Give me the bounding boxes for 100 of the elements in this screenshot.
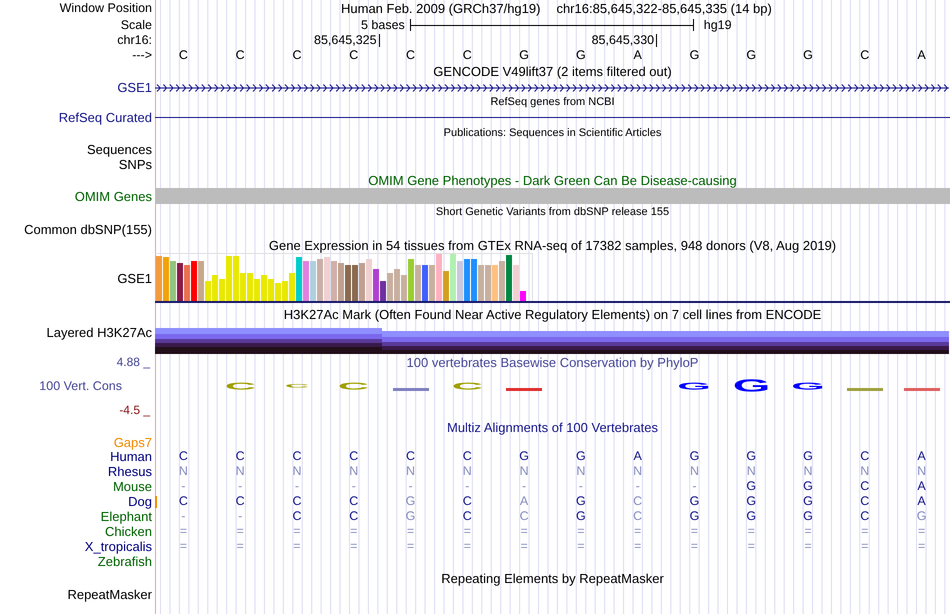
alignment-base: C (462, 450, 473, 463)
track-label[interactable]: 100 Vert. Cons (39, 380, 152, 392)
track-title: Repeating Elements by RepeatMasker (441, 572, 664, 584)
track-label[interactable]: OMIM Genes (74, 190, 152, 202)
alignment-base: C (348, 495, 360, 508)
track-title: Short Genetic Variants from dbSNP release 155 (436, 207, 670, 218)
base-letter: C (291, 49, 302, 62)
alignment-base: C (348, 510, 360, 523)
alignment-base: - (237, 480, 244, 493)
alignment-base: G (802, 480, 814, 493)
track-label[interactable]: Mouse (112, 480, 152, 493)
track-label[interactable]: Zebrafish (98, 555, 152, 568)
base-letter: C (405, 49, 416, 62)
base-letter: A (916, 49, 927, 62)
alignment-base: G (916, 510, 928, 523)
track-label[interactable]: Common dbSNP(155) (24, 222, 152, 236)
alignment-base: N (746, 465, 757, 478)
track-title: Gene Expression in 54 tissues from GTEx RNA-seq of 17382 samples, 948 donors (V8, Aug 2019) (268, 238, 836, 252)
track-title: RefSeq genes from NCBI (490, 97, 615, 108)
alignment-base: N (348, 465, 360, 478)
alignment-base: - (180, 480, 186, 493)
alignment-base: C (178, 450, 189, 463)
track-title: GENCODE V49lift37 (2 items filtered out) (433, 65, 672, 78)
alignment-base: = (406, 525, 416, 538)
alignment-base: - (464, 480, 470, 493)
row-label: 4.88 _ (116, 356, 152, 368)
alignment-base: N (575, 465, 586, 478)
track-label[interactable]: GSE1 (117, 272, 152, 285)
track-title: OMIM Gene Phenotypes - Dark Green Can Be Disease-causing (368, 174, 737, 186)
row-label: -4.5 _ (119, 404, 152, 416)
alignment-base: = (746, 540, 756, 553)
position-range: chr16:85,645,322-85,645,335 (14 bp) (556, 2, 772, 15)
base-letter: C (234, 49, 246, 62)
base-letter: C (859, 49, 870, 62)
track-label[interactable]: Elephant (100, 510, 152, 523)
alignment-base: G (575, 450, 587, 463)
alignment-base: N (802, 465, 814, 478)
base-letter: G (518, 49, 530, 62)
row-label: ---> (132, 49, 152, 62)
alignment-base: C (518, 510, 530, 523)
alignment-base: = (236, 540, 245, 553)
alignment-base: = (916, 540, 926, 553)
alignment-base: N (291, 465, 302, 478)
alignment-base: = (746, 525, 756, 538)
base-letter: A (632, 49, 643, 62)
alignment-base: = (633, 525, 642, 538)
track-label[interactable]: Human (110, 450, 152, 463)
alignment-base: = (406, 540, 416, 553)
alignment-base: C (859, 495, 870, 508)
alignment-base: = (576, 540, 586, 553)
alignment-base: A (916, 495, 927, 508)
base-letter: G (575, 49, 587, 62)
alignment-base: - (407, 480, 414, 493)
alignment-base: A (632, 450, 643, 463)
assembly-name: Human Feb. 2009 (GRCh37/hg19) (341, 2, 540, 15)
alignment-base: G (802, 450, 814, 463)
alignment-base: C (291, 450, 302, 463)
alignment-base: C (291, 510, 302, 523)
track-label[interactable]: GSE1 (117, 81, 152, 94)
alignment-base: C (178, 495, 189, 508)
alignment-base: N (462, 465, 473, 478)
alignment-base: N (178, 465, 189, 478)
alignment-base: C (405, 450, 416, 463)
alignment-base: G (688, 495, 700, 508)
row-label: Scale (120, 18, 152, 32)
track-label[interactable]: RepeatMasker (67, 588, 152, 601)
track-label[interactable]: X_tropicalis (84, 540, 152, 553)
logo-letter: C (224, 381, 256, 391)
alignment-base: N (916, 465, 928, 478)
alignment-base: = (633, 540, 642, 553)
base-letter: C (348, 49, 360, 62)
alignment-base: A (916, 450, 927, 463)
alignment-base: = (690, 525, 700, 538)
alignment-base: C (348, 450, 360, 463)
alignment-base: = (462, 525, 472, 538)
logo-letter: G (732, 377, 770, 395)
alignment-base: = (860, 540, 870, 553)
alignment-base: = (178, 540, 188, 553)
alignment-base: = (519, 540, 529, 553)
base-letter: G (802, 49, 814, 62)
track-label[interactable]: Chicken (105, 525, 152, 538)
alignment-base: = (292, 525, 302, 538)
alignment-base: C (859, 510, 870, 523)
track-label[interactable]: RefSeq Curated (58, 111, 152, 124)
logo-letter: G (791, 381, 825, 391)
row-label: chr16: (117, 34, 152, 47)
alignment-base: = (292, 540, 302, 553)
track-label[interactable]: Layered H3K27Ac (46, 326, 152, 339)
coordinate-label: 85,645,325 (314, 34, 380, 47)
base-letter: G (745, 49, 758, 62)
alignment-base: C (632, 495, 644, 508)
alignment-base: G (802, 510, 814, 523)
track-label[interactable]: Sequences (86, 143, 152, 156)
alignment-base: - (521, 480, 528, 493)
track-label[interactable]: SNPs (118, 158, 152, 171)
alignment-base: A (916, 480, 927, 493)
track-label[interactable]: Rhesus (108, 465, 152, 478)
track-label[interactable]: Dog (128, 495, 152, 508)
alignment-base: = (860, 525, 870, 538)
alignment-base: = (519, 525, 529, 538)
